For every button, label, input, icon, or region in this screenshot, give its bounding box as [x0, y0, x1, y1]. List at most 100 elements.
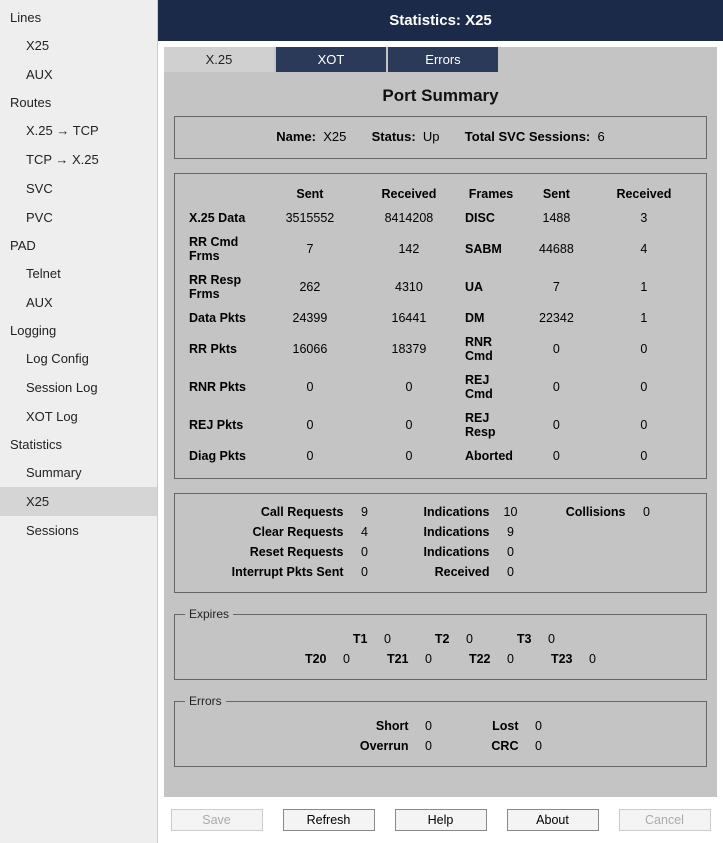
call-value: 10	[498, 505, 524, 519]
col-received: Received	[357, 182, 461, 206]
timer-label: T2	[418, 632, 450, 646]
frame-label: RNR Cmd	[461, 330, 521, 368]
sidebar-item[interactable]: Telnet	[0, 259, 157, 288]
tab[interactable]: Errors	[388, 47, 498, 72]
summary-box: Name: X25 Status: Up Total SVC Sessions:…	[174, 116, 707, 159]
help-button[interactable]: Help	[395, 809, 487, 831]
timer-value: 0	[335, 652, 359, 666]
timer-value: 0	[499, 652, 523, 666]
call-value: 0	[634, 505, 660, 519]
sessions-label: Total SVC Sessions:	[465, 129, 590, 144]
table-row: Diag Pkts00Aborted00	[185, 444, 696, 468]
call-label: Indications	[378, 505, 498, 519]
cancel-button[interactable]: Cancel	[619, 809, 711, 831]
stat-label: RR Resp Frms	[185, 268, 263, 306]
sidebar-item[interactable]: AUX	[0, 288, 157, 317]
sidebar-group: Statistics	[0, 431, 157, 458]
timer-value: 0	[376, 632, 400, 646]
stat-received: 0	[357, 368, 461, 406]
call-value: 0	[352, 545, 378, 559]
frame-received: 0	[592, 406, 696, 444]
tab[interactable]: XOT	[276, 47, 386, 72]
stat-label: X.25 Data	[185, 206, 263, 230]
timer-value: 0	[458, 632, 482, 646]
error-value: 0	[527, 719, 551, 733]
errors-box: Errors Short0Lost0 Overrun0CRC0	[174, 694, 707, 767]
frame-sent: 22342	[521, 306, 592, 330]
stat-label: REJ Pkts	[185, 406, 263, 444]
sidebar-item[interactable]: PVC	[0, 203, 157, 232]
frame-received: 4	[592, 230, 696, 268]
content-scroll[interactable]: Port Summary Name: X25 Status: Up Total …	[164, 72, 717, 797]
stat-sent: 3515552	[263, 206, 357, 230]
call-label: Collisions	[524, 505, 634, 519]
stat-label: RR Pkts	[185, 330, 263, 368]
call-value: 9	[498, 525, 524, 539]
sessions-value: 6	[598, 129, 605, 144]
stat-sent: 0	[263, 406, 357, 444]
call-value: 4	[352, 525, 378, 539]
frame-sent: 0	[521, 368, 592, 406]
sidebar-item[interactable]: X25	[0, 487, 157, 516]
sidebar-item[interactable]: Session Log	[0, 373, 157, 402]
sidebar-item[interactable]: X25	[0, 31, 157, 60]
tab[interactable]: X.25	[164, 47, 274, 72]
button-bar: Save Refresh Help About Cancel	[158, 797, 723, 843]
table-row: X.25 Data35155528414208DISC14883	[185, 206, 696, 230]
sidebar-item[interactable]: AUX	[0, 60, 157, 89]
refresh-button[interactable]: Refresh	[283, 809, 375, 831]
error-value: 0	[527, 739, 551, 753]
stat-received: 18379	[357, 330, 461, 368]
status-label: Status:	[372, 129, 416, 144]
col-sent: Sent	[263, 182, 357, 206]
sidebar-group: PAD	[0, 232, 157, 259]
name-value: X25	[323, 129, 346, 144]
stat-sent: 262	[263, 268, 357, 306]
calls-row: Interrupt Pkts Sent0Received0	[185, 562, 696, 582]
sidebar-item[interactable]: Log Config	[0, 344, 157, 373]
main-panel: Statistics: X25 X.25XOTErrors Port Summa…	[158, 0, 723, 843]
timer-value: 0	[581, 652, 605, 666]
stat-received: 16441	[357, 306, 461, 330]
call-label: Interrupt Pkts Sent	[222, 565, 352, 579]
table-row: Data Pkts2439916441DM223421	[185, 306, 696, 330]
sidebar-item[interactable]: SVC	[0, 174, 157, 203]
error-label: CRC	[459, 739, 519, 753]
save-button[interactable]: Save	[171, 809, 263, 831]
sidebar-group: Lines	[0, 4, 157, 31]
sidebar-item[interactable]: Sessions	[0, 516, 157, 545]
expires-legend: Expires	[185, 607, 233, 621]
page-heading: Port Summary	[174, 80, 707, 116]
call-label: Received	[378, 565, 498, 579]
timer-label: T22	[459, 652, 491, 666]
call-value: 9	[352, 505, 378, 519]
errors-legend: Errors	[185, 694, 226, 708]
stat-received: 0	[357, 444, 461, 468]
calls-box: Call Requests9Indications10Collisions0Cl…	[174, 493, 707, 593]
sidebar-item[interactable]: XOT Log	[0, 402, 157, 431]
stat-sent: 0	[263, 444, 357, 468]
col-sent2: Sent	[521, 182, 592, 206]
frame-label: REJ Cmd	[461, 368, 521, 406]
frame-label: UA	[461, 268, 521, 306]
sidebar-group: Routes	[0, 89, 157, 116]
stat-received: 0	[357, 406, 461, 444]
sidebar-item[interactable]: Summary	[0, 458, 157, 487]
error-value: 0	[417, 719, 441, 733]
call-label: Reset Requests	[222, 545, 352, 559]
call-label: Indications	[378, 525, 498, 539]
summary-line: Name: X25 Status: Up Total SVC Sessions:…	[185, 125, 696, 148]
about-button[interactable]: About	[507, 809, 599, 831]
expires-box: Expires T10T20T30 T200T210T220T230	[174, 607, 707, 680]
call-value: 0	[498, 565, 524, 579]
call-value: 0	[498, 545, 524, 559]
frame-label: DM	[461, 306, 521, 330]
frame-received: 1	[592, 306, 696, 330]
sidebar-item[interactable]: TCP → X.25	[0, 145, 157, 174]
frame-label: REJ Resp	[461, 406, 521, 444]
call-label: Clear Requests	[222, 525, 352, 539]
sidebar-item[interactable]: X.25 → TCP	[0, 116, 157, 145]
sidebar: LinesX25AUXRoutesX.25 → TCPTCP → X.25SVC…	[0, 0, 158, 843]
timer-label: T20	[295, 652, 327, 666]
name-label: Name:	[276, 129, 316, 144]
